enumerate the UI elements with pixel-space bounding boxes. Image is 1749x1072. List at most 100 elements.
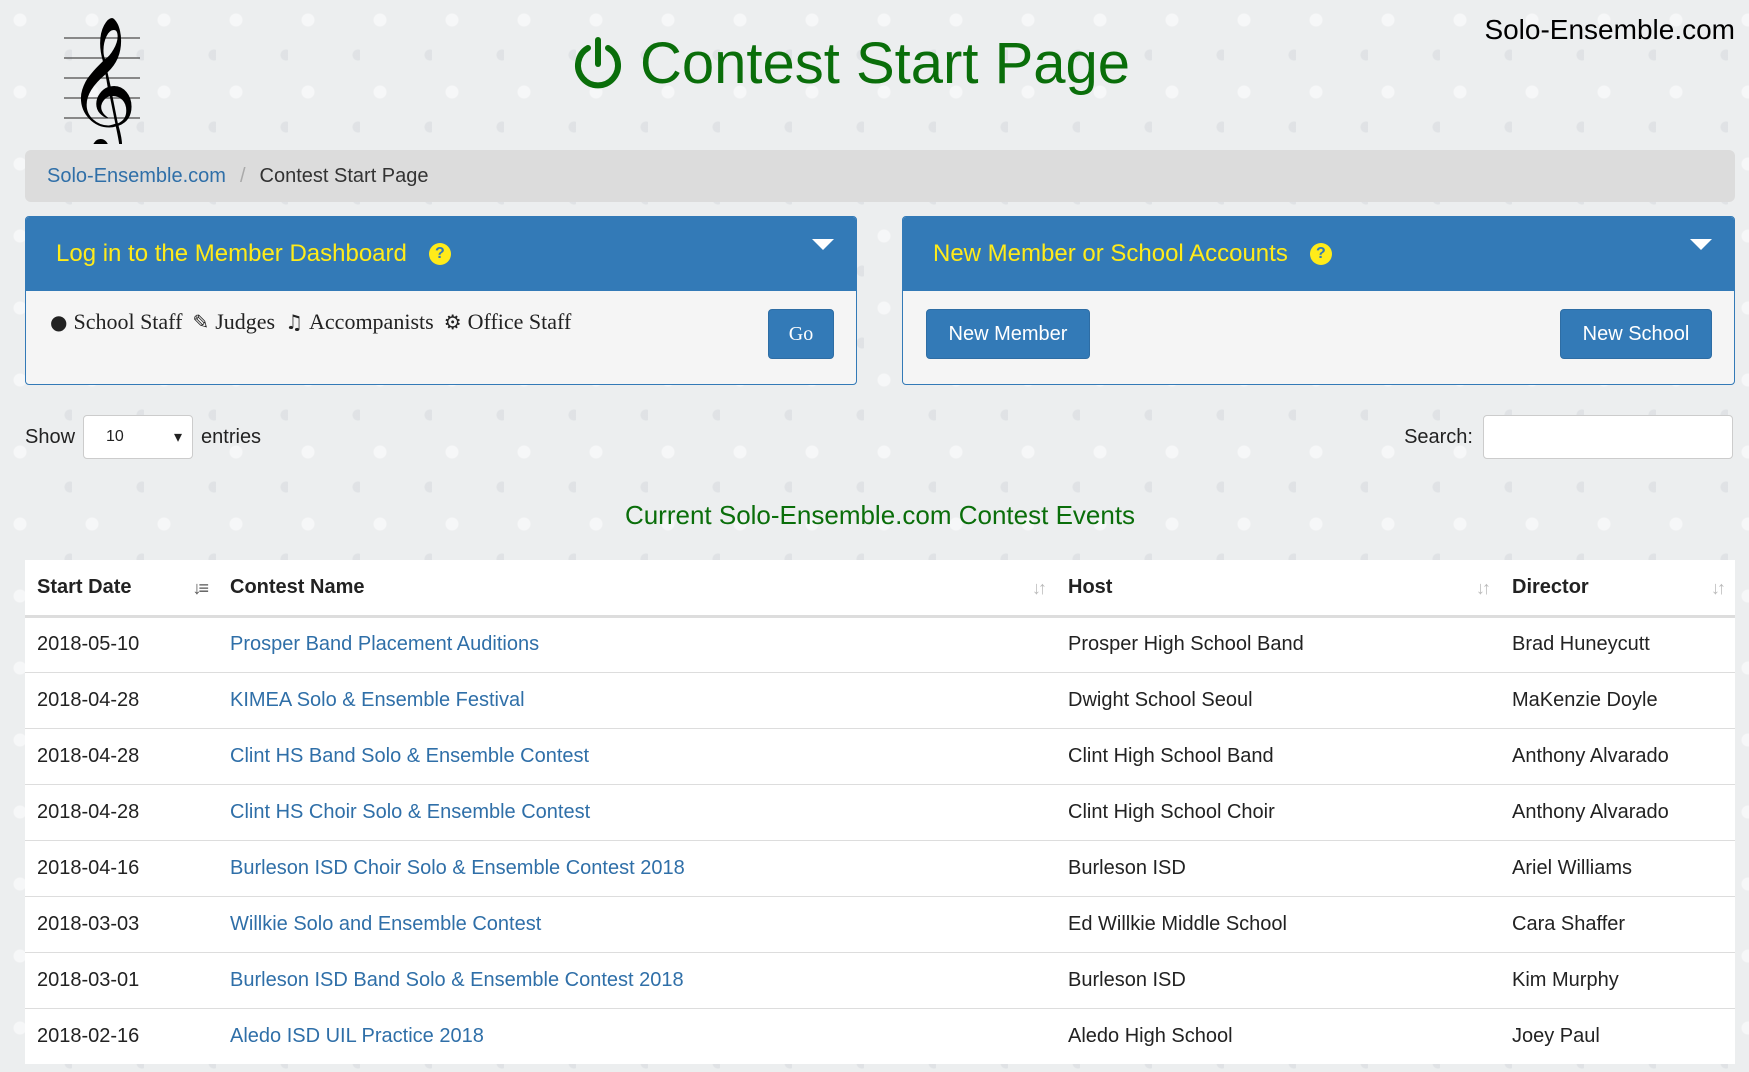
cell-host: Clint High School Choir [1056,783,1500,840]
role-office-staff: ⚙ Office Staff [444,309,572,335]
power-icon [575,36,621,88]
cell-start-date-text: 2018-02-16 [37,1024,140,1047]
table-row: 2018-04-28 Clint HS Band Solo & Ensemble … [25,727,1735,784]
cell-director-text: Cara Shaffer [1512,912,1626,935]
table-row: 2018-04-28 Clint HS Choir Solo & Ensemble… [25,783,1735,840]
cell-director-text: Kim Murphy [1512,968,1619,991]
role-label: School Staff [73,309,183,334]
cell-host-text: Prosper High School Band [1068,633,1304,655]
help-icon[interactable]: ? [428,243,451,265]
table-row: 2018-03-01 Burleson ISD Band Solo & Ensem… [25,951,1735,1008]
contest-link[interactable]: Aledo ISD UIL Practice 2018 [230,1025,484,1047]
contest-link[interactable]: Burleson ISD Choir Solo & Ensemble Conte… [230,857,685,879]
page-title-text: Contest Start Page [640,31,1131,96]
new-member-button[interactable]: New Member [926,309,1090,359]
chevron-down-icon: ▾ [174,429,183,446]
svg-text:𝄞: 𝄞 [67,16,138,144]
music-note-icon: ♫ [285,310,304,334]
role-label: Accompanists [309,309,434,334]
breadcrumb: Solo-Ensemble.com / Contest Start Page [25,150,1735,202]
cell-start-date-text: 2018-04-28 [37,688,140,711]
breadcrumb-separator: / [239,164,246,187]
cell-start-date-text: 2018-05-10 [37,633,140,655]
search-control: Search: [1404,415,1733,459]
go-button[interactable]: Go [768,309,834,359]
accounts-panel-header[interactable]: New Member or School Accounts ? [903,217,1734,291]
page-title: Contest Start Page [570,30,1130,97]
cell-start-date: 2018-02-16 [25,1007,218,1064]
cell-director: Cara Shaffer [1500,895,1735,952]
column-header-director[interactable]: Director ↓↑ [1500,560,1735,618]
cell-start-date-text: 2018-03-03 [37,912,140,935]
caret-down-icon[interactable] [1690,239,1712,250]
accounts-panel-title: New Member or School Accounts [933,240,1288,267]
cell-start-date-text: 2018-04-28 [37,744,140,767]
breadcrumb-home-link[interactable]: Solo-Ensemble.com [47,165,226,188]
cell-director: Joey Paul [1500,1007,1735,1064]
contest-table: Start Date ↓≡ Contest Name ↓↑ Host ↓↑ Di… [25,560,1735,1064]
column-header-start-date[interactable]: Start Date ↓≡ [25,560,218,618]
column-header-host[interactable]: Host ↓↑ [1056,560,1500,618]
role-school-staff: ● School Staff [50,309,182,335]
table-row: 2018-03-03 Willkie Solo and Ensemble Cont… [25,895,1735,952]
gear-icon: ⚙ [443,310,462,334]
table-header-row: Start Date ↓≡ Contest Name ↓↑ Host ↓↑ Di… [25,560,1735,618]
cell-contest-name: Burleson ISD Band Solo & Ensemble Contes… [218,951,1056,1008]
cell-start-date-text: 2018-04-16 [37,856,140,879]
contest-link[interactable]: KIMEA Solo & Ensemble Festival [230,689,525,711]
cell-contest-name: Clint HS Band Solo & Ensemble Contest [218,727,1056,784]
show-label: Show [25,425,76,448]
table-row: 2018-02-16 Aledo ISD UIL Practice 2018 Ale… [25,1007,1735,1064]
caret-down-icon[interactable] [812,239,834,250]
cell-host: Burleson ISD [1056,839,1500,896]
cell-start-date: 2018-05-10 [25,615,218,672]
cell-start-date: 2018-04-28 [25,783,218,840]
cell-start-date: 2018-04-16 [25,839,218,896]
cell-director: Anthony Alvarado [1500,727,1735,784]
login-panel-header[interactable]: Log in to the Member Dashboard ? [26,217,856,291]
search-input[interactable] [1483,415,1733,459]
apple-icon: ● [50,310,68,334]
entries-select[interactable]: 10 ▾ [83,415,194,459]
cell-director: Brad Huneycutt [1500,615,1735,672]
site-link[interactable]: Solo-Ensemble.com [1484,14,1735,46]
sort-icon: ↓↑ [1711,578,1726,598]
cell-start-date: 2018-04-28 [25,671,218,728]
login-panel-body: ● School Staff ✎ Judges ♫ Accompanists ⚙… [26,291,856,384]
contest-link[interactable]: Clint HS Band Solo & Ensemble Contest [230,745,589,767]
cell-host: Burleson ISD [1056,951,1500,1008]
table-caption: Current Solo-Ensemble.com Contest Events [624,500,1136,530]
column-header-contest-name[interactable]: Contest Name ↓↑ [218,560,1056,618]
contest-link[interactable]: Burleson ISD Band Solo & Ensemble Contes… [230,969,684,991]
role-accompanists: ♫ Accompanists [285,309,434,335]
cell-contest-name: KIMEA Solo & Ensemble Festival [218,671,1056,728]
cell-contest-name: Burleson ISD Choir Solo & Ensemble Conte… [218,839,1056,896]
contest-link[interactable]: Willkie Solo and Ensemble Contest [230,913,541,935]
cell-host-text: Clint High School Band [1068,744,1274,767]
cell-host: Clint High School Band [1056,727,1500,784]
cell-director-text: Anthony Alvarado [1512,800,1669,823]
contest-link[interactable]: Prosper Band Placement Auditions [230,633,539,655]
role-list: ● School Staff ✎ Judges ♫ Accompanists ⚙… [50,309,571,335]
cell-host-text: Ed Willkie Middle School [1068,912,1287,935]
cell-contest-name: Willkie Solo and Ensemble Contest [218,895,1056,952]
cell-director: Kim Murphy [1500,951,1735,1008]
cell-contest-name: Prosper Band Placement Auditions [218,615,1056,672]
new-school-button[interactable]: New School [1560,309,1712,359]
role-label: Office Staff [467,309,572,334]
cell-host: Aledo High School [1056,1007,1500,1064]
cell-host-text: Clint High School Choir [1068,800,1275,823]
cell-start-date-text: 2018-03-01 [37,968,140,991]
cell-host-text: Burleson ISD [1068,968,1186,991]
cell-director: Ariel Williams [1500,839,1735,896]
treble-clef-logo: 𝄞 [62,8,142,161]
cell-host-text: Burleson ISD [1068,856,1186,879]
help-icon[interactable]: ? [1309,243,1332,265]
contest-link[interactable]: Clint HS Choir Solo & Ensemble Contest [230,801,590,823]
cell-director-text: Anthony Alvarado [1512,744,1669,767]
cell-director-text: Ariel Williams [1512,856,1632,879]
cell-start-date: 2018-04-28 [25,727,218,784]
cell-director-text: MaKenzie Doyle [1512,688,1658,711]
sort-icon: ↓↑ [1476,578,1491,598]
cell-director: Anthony Alvarado [1500,783,1735,840]
